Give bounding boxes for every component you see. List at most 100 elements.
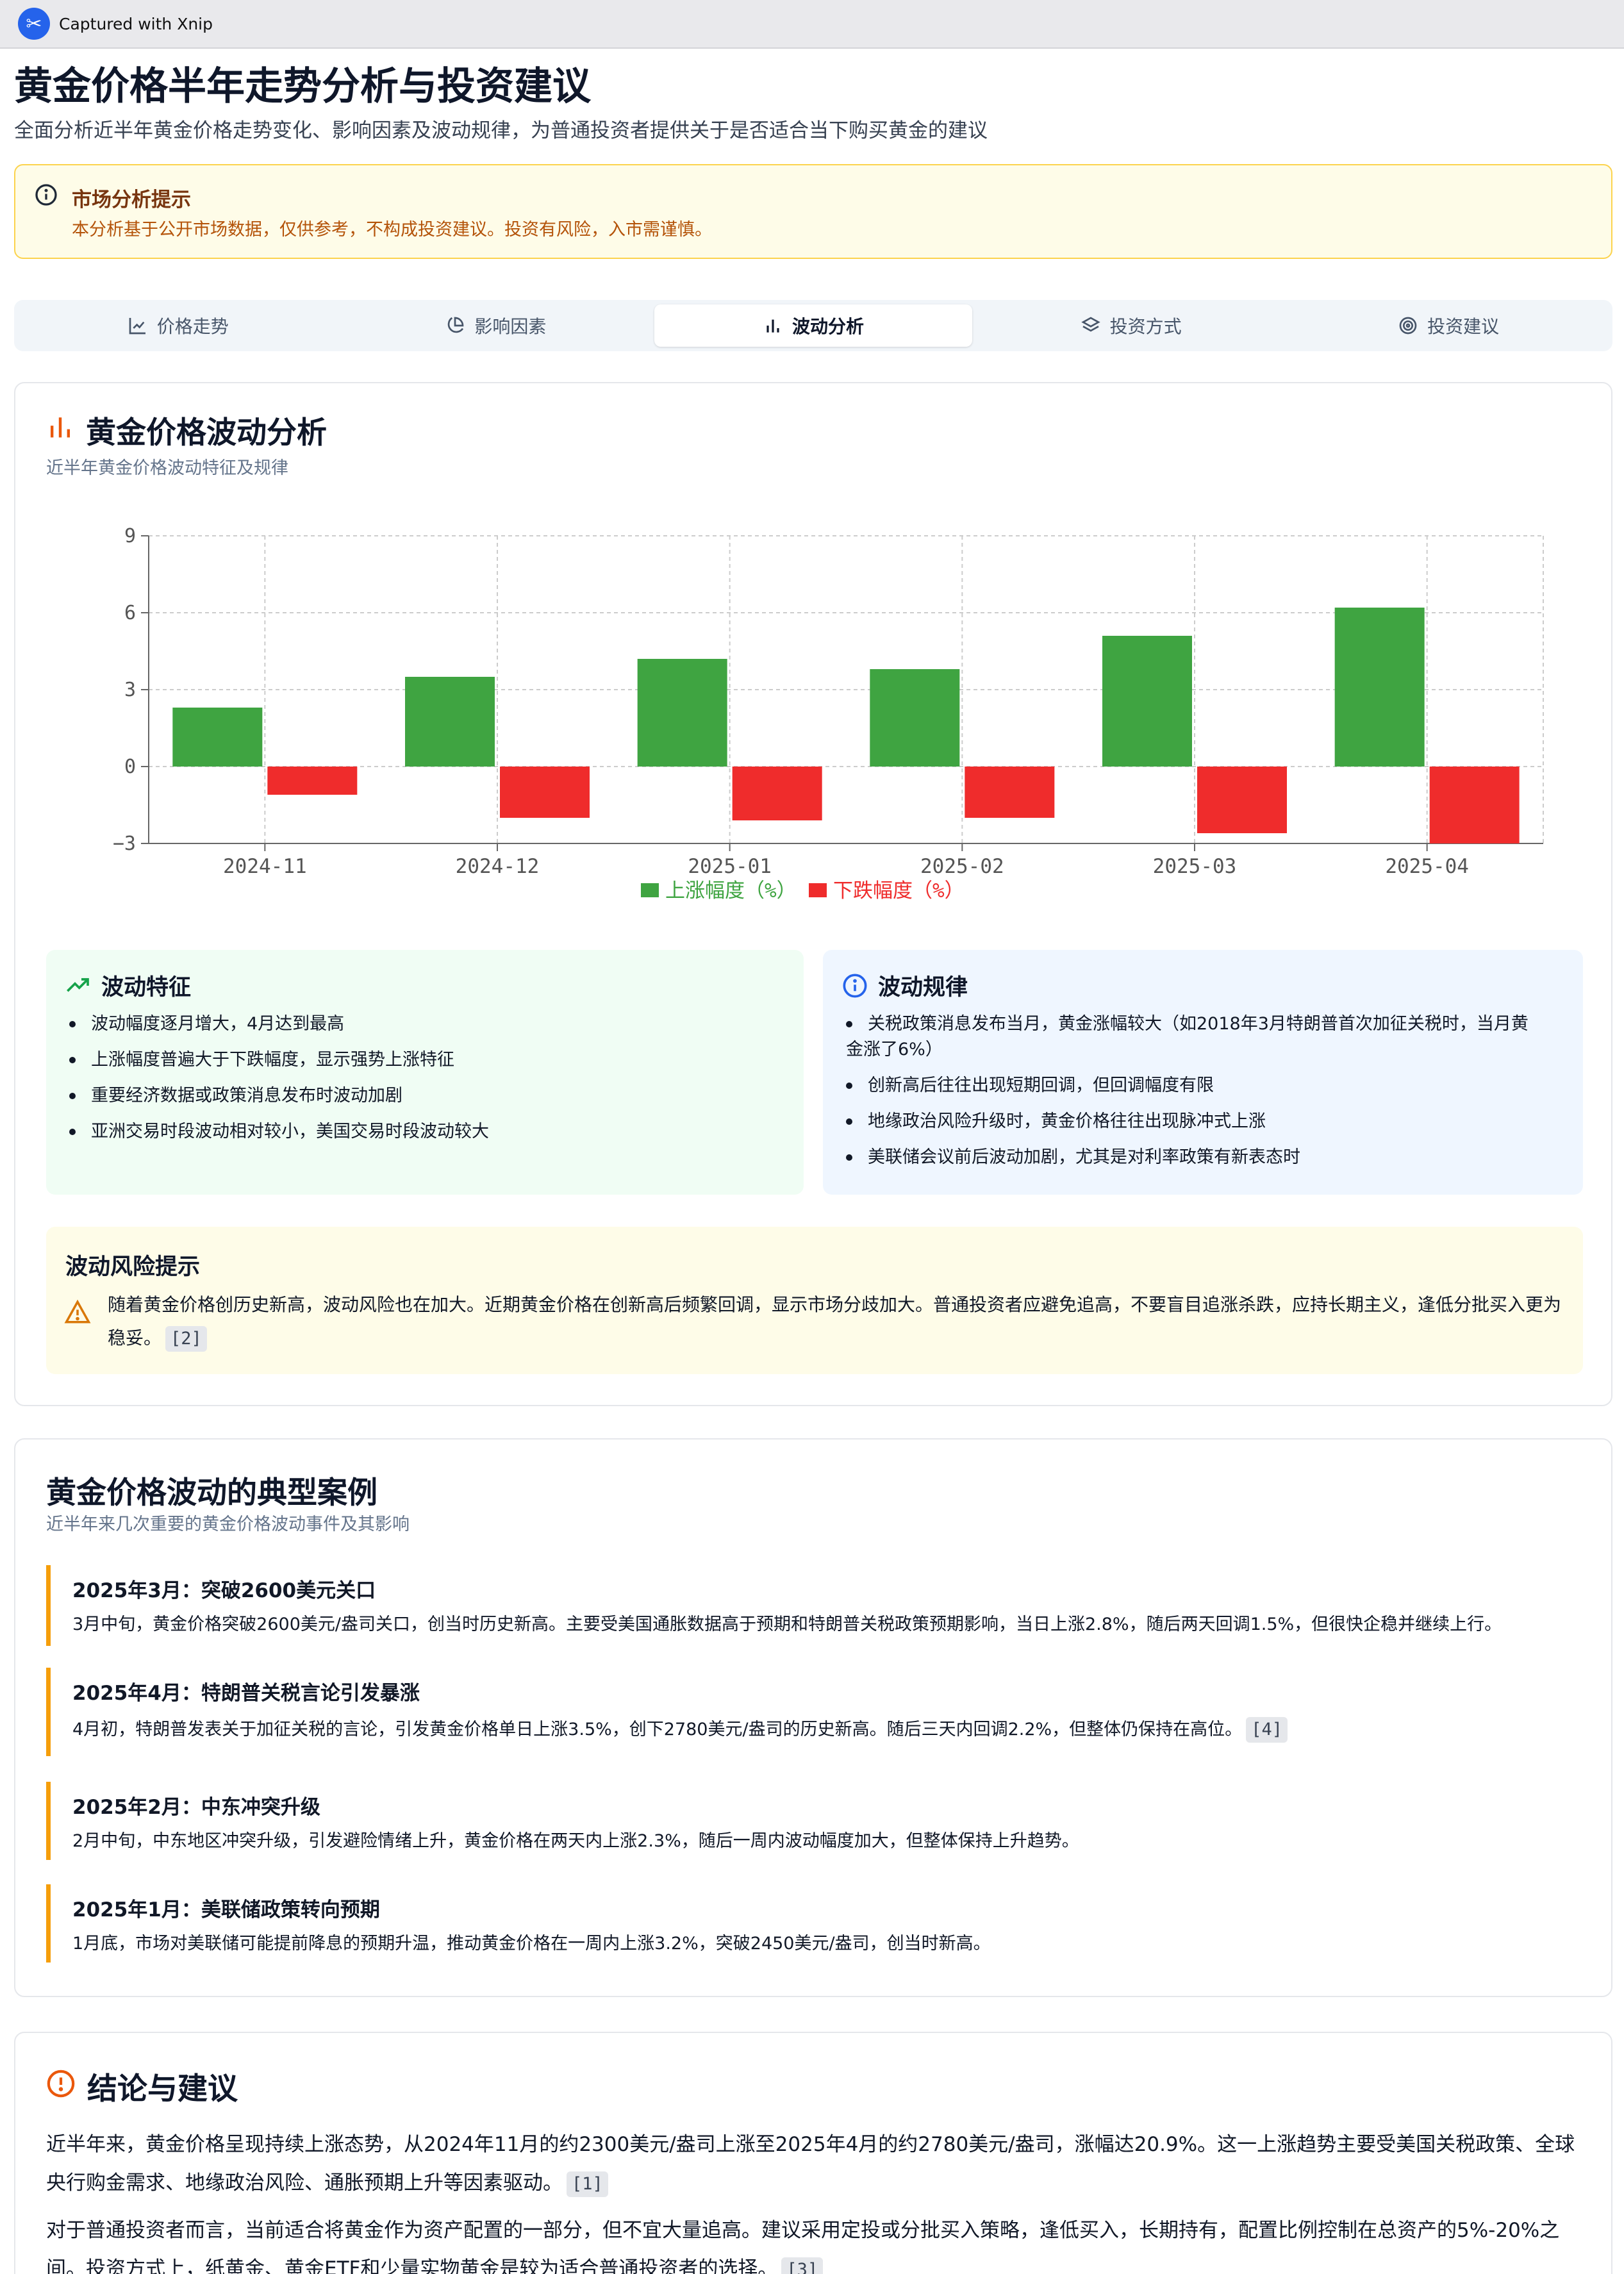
volatility-card: 黄金价格波动分析 近半年黄金价格波动特征及规律 9 6 3 0 −3 2024-11 202… [14,382,1612,1406]
tab-bar: 价格走势 影响因素 波动分析 投资方式 投资建议 [14,300,1612,351]
tab-label: 影响因素 [474,316,547,337]
y-tick-label: 0 [124,756,136,778]
legend-label: 上涨幅度（%） [665,879,797,902]
fall-bar [500,767,590,818]
list-item: 关税政策消息发布当月，黄金涨幅较大（如2018年3月特朗普首次加征关税时，当月黄… [846,1011,1529,1063]
tab-factors[interactable]: 影响因素 [337,304,655,347]
case-item: 2025年2月：中东冲突升级 2月中旬，中东地区冲突升级，引发避险情绪上升，黄金… [46,1782,1583,1860]
tab-advice[interactable]: 投资建议 [1289,304,1607,347]
market-notice: 市场分析提示 本分析基于公开市场数据，仅供参考，不构成投资建议。投资有风险，入市… [14,164,1612,259]
tab-volatility[interactable]: 波动分析 [654,304,972,347]
legend-label: 下跌幅度（%） [833,879,965,902]
list-item: 地缘政治风险升级时，黄金价格往往出现脉冲式上涨 [846,1109,1529,1134]
patterns-title: 波动规律 [878,975,968,1000]
x-tick-label: 2024-12 [456,855,540,878]
features-box: 波动特征 波动幅度逐月增大，4月达到最高 上涨幅度普遍大于下跌幅度，显示强势上涨… [46,950,804,1195]
list-item: 上涨幅度普遍大于下跌幅度，显示强势上涨特征 [69,1047,489,1073]
fall-bar [1429,767,1520,843]
list-item-line: 金涨了6%） [846,1040,943,1059]
case-text: 4月初，特朗普发表关于加征关税的言论，引发黄金价格单日上涨3.5%，创下2780… [72,1715,1288,1743]
conclusion-title: 结论与建议 [87,2071,238,2107]
y-tick-label: −3 [113,833,136,855]
patterns-list: 关税政策消息发布当月，黄金涨幅较大（如2018年3月特朗普首次加征关税时，当月黄… [846,1011,1529,1181]
conclusion-text: 近半年来，黄金价格呈现持续上涨态势，从2024年11月的约2300美元/盎司上涨… [46,2133,1575,2195]
citation-link[interactable]: [1] [567,2171,608,2197]
tab-price-trend[interactable]: 价格走势 [19,304,337,347]
rise-bar [637,659,727,767]
layers-icon [1081,317,1100,332]
window-title: Captured with Xnip [59,14,213,33]
rise-bar [172,708,263,767]
case-text: 1月底，市场对美联储可能提前降息的预期升温，推动黄金价格在一周内上涨3.2%，突… [72,1934,991,1954]
notice-title: 市场分析提示 [72,188,191,212]
info-icon [843,974,867,997]
legend-swatch [809,883,827,897]
list-item: 美联储会议前后波动加剧，尤其是对利率政策有新表态时 [846,1145,1529,1170]
risk-text: 随着黄金价格创历史新高，波动风险也在加大。近期黄金价格在创新高后频繁回调，显示市… [108,1288,1569,1355]
risk-warning: 波动风险提示 随着黄金价格创历史新高，波动风险也在加大。近期黄金价格在创新高后频… [46,1227,1583,1374]
tab-label: 波动分析 [791,316,864,337]
cases-card: 黄金价格波动的典型案例 近半年来几次重要的黄金价格波动事件及其影响 2025年3… [14,1438,1612,1997]
tab-label: 价格走势 [156,316,229,337]
page-title: 黄金价格半年走势分析与投资建议 [14,64,591,109]
cases-subtitle: 近半年来几次重要的黄金价格波动事件及其影响 [46,1515,410,1534]
list-item-line: 关税政策消息发布当月，黄金涨幅较大（如2018年3月特朗普首次加征关税时，当月黄 [868,1014,1529,1034]
trending-up-icon [67,977,89,992]
tab-investment-methods[interactable]: 投资方式 [972,304,1290,347]
legend-swatch [641,883,659,897]
fall-bar [965,767,1055,818]
list-item: 重要经济数据或政策消息发布时波动加剧 [69,1083,489,1109]
features-list: 波动幅度逐月增大，4月达到最高 上涨幅度普遍大于下跌幅度，显示强势上涨特征 重要… [69,1011,489,1155]
rise-bar [1334,608,1425,767]
case-item: 2025年3月：突破2600美元关口 3月中旬，黄金价格突破2600美元/盎司关… [46,1565,1583,1646]
citation-link[interactable]: [4] [1246,1717,1288,1743]
line-chart-icon [129,318,145,335]
x-tick-label: 2025-04 [1385,855,1469,878]
conclusion-paragraph: 对于普通投资者而言，当前适合将黄金作为资产配置的一部分，但不宜大量追高。建议采用… [46,2211,1591,2274]
fall-bar [267,767,358,795]
fall-bar [732,767,822,820]
case-item: 2025年4月：特朗普关税言论引发暴涨 4月初，特朗普发表关于加征关税的言论，引… [46,1668,1583,1756]
list-item: 亚洲交易时段波动相对较小，美国交易时段波动较大 [69,1119,489,1145]
case-title: 2025年1月：美联储政策转向预期 [72,1898,380,1921]
case-item: 2025年1月：美联储政策转向预期 1月底，市场对美联储可能提前降息的预期升温，… [46,1884,1583,1963]
y-tick-label: 3 [124,679,136,701]
case-text: 2月中旬，中东地区冲突升级，引发避险情绪上升，黄金价格在两天内上涨2.3%，随后… [72,1831,1079,1851]
risk-title: 波动风险提示 [65,1254,201,1280]
volatility-bar-chart: 9 6 3 0 −3 2024-11 2024-12 2025-01 2025-02 2025-0… [113,525,1544,902]
features-heading: 波动特征 [65,969,191,1002]
citation-link[interactable]: [3] [781,2257,824,2274]
target-icon [1399,317,1417,335]
xnip-logo-icon: ✂ [18,8,50,40]
risk-body: 随着黄金价格创历史新高，波动风险也在加大。近期黄金价格在创新高后频繁回调，显示市… [108,1294,1562,1349]
case-title: 2025年3月：突破2600美元关口 [72,1579,376,1602]
x-tick-label: 2025-01 [688,855,772,878]
fall-bar [1197,767,1287,833]
window-titlebar: ✂ Captured with Xnip [0,0,1624,49]
features-title: 波动特征 [101,975,192,1000]
rise-bar [870,669,960,767]
warning-icon [64,1299,91,1324]
info-icon [35,184,57,206]
tab-label: 投资建议 [1427,316,1500,337]
bar-chart-icon [766,319,779,333]
conclusion-paragraph: 近半年来，黄金价格呈现持续上涨态势，从2024年11月的约2300美元/盎司上涨… [46,2125,1591,2202]
citation-link[interactable]: [2] [165,1326,207,1352]
y-tick-label: 6 [124,602,136,624]
notice-text: 本分析基于公开市场数据，仅供参考，不构成投资建议。投资有风险，入市需谨慎。 [72,220,712,240]
x-tick-label: 2025-02 [920,855,1004,878]
list-item: 波动幅度逐月增大，4月达到最高 [69,1011,489,1037]
x-tick-label: 2024-11 [223,855,307,878]
case-title: 2025年4月：特朗普关税言论引发暴涨 [72,1682,420,1705]
patterns-heading: 波动规律 [842,969,968,1002]
rise-bar [1102,636,1192,767]
page-subtitle: 全面分析近半年黄金价格走势变化、影响因素及波动规律，为普通投资者提供关于是否适合… [14,119,988,142]
pie-chart-icon [448,317,464,333]
rise-bar [405,677,495,767]
x-tick-label: 2025-03 [1153,855,1237,878]
list-item: 创新高后往往出现短期回调，但回调幅度有限 [846,1073,1529,1099]
y-tick-label: 9 [124,525,136,547]
cases-title: 黄金价格波动的典型案例 [46,1475,377,1511]
conclusion-card: 结论与建议 近半年来，黄金价格呈现持续上涨态势，从2024年11月的约2300美… [14,2032,1612,2274]
case-text: 3月中旬，黄金价格突破2600美元/盎司关口，创当时历史新高。主要受美国通胀数据… [72,1614,1502,1634]
